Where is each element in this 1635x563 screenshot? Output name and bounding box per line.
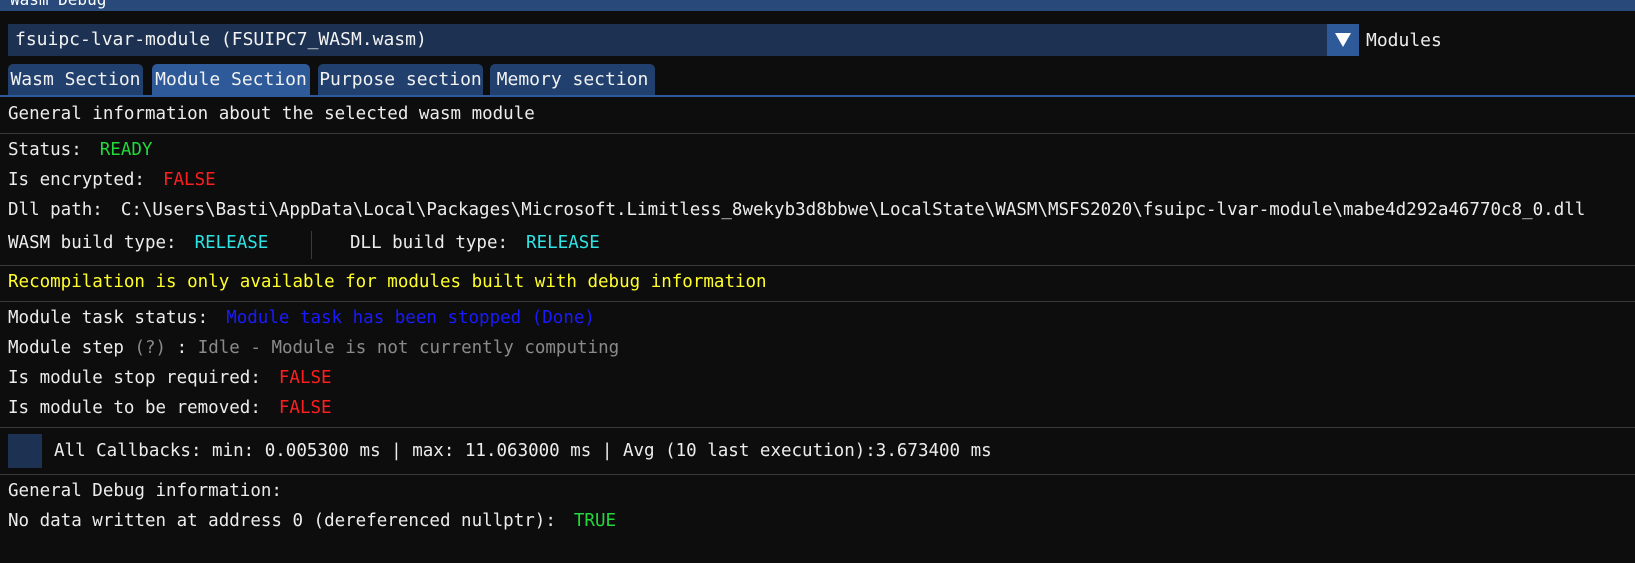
dll-path-label: Dll path:	[8, 200, 103, 220]
task-status-value: Module task has been stopped (Done)	[226, 308, 595, 328]
window-titlebar[interactable]: Wasm Debug	[0, 0, 1635, 11]
triangle-down-icon	[1335, 33, 1351, 47]
help-marker[interactable]: (?)	[134, 338, 166, 358]
module-step-row: Module step (?) : Idle - Module is not c…	[8, 338, 619, 358]
module-selector-label: Modules	[1366, 30, 1442, 51]
nullptr-value: TRUE	[573, 511, 617, 531]
tab-purpose-section[interactable]: Purpose section	[318, 64, 483, 96]
separator	[0, 265, 1635, 266]
all-callbacks-checkbox[interactable]	[8, 434, 42, 468]
separator	[0, 474, 1635, 475]
status-row: Status: READY	[8, 140, 152, 160]
encrypted-label: Is encrypted:	[8, 170, 145, 190]
dll-build-label: DLL build type:	[350, 233, 509, 253]
tab-wasm-section[interactable]: Wasm Section	[8, 64, 143, 96]
tab-module-section[interactable]: Module Section	[152, 64, 310, 96]
wasm-build-label: WASM build type:	[8, 233, 177, 253]
all-callbacks-label: All Callbacks: min: 0.005300 ms | max: 1…	[54, 441, 992, 461]
wasm-build-value: RELEASE	[194, 233, 269, 253]
module-selector-arrow-button[interactable]	[1327, 24, 1359, 56]
task-status-label: Module task status:	[8, 308, 209, 328]
stop-required-row: Is module stop required: FALSE	[8, 368, 332, 388]
separator	[0, 427, 1635, 428]
to-be-removed-row: Is module to be removed: FALSE	[8, 398, 332, 418]
nullptr-label: No data written at address 0 (dereferenc…	[8, 511, 556, 531]
to-be-removed-value: FALSE	[278, 398, 332, 418]
dll-build-row: DLL build type: RELEASE	[350, 233, 600, 253]
module-step-value: Idle - Module is not currently computing	[197, 338, 620, 358]
separator	[0, 133, 1635, 134]
debug-info-heading: General Debug information:	[8, 481, 282, 501]
task-status-row: Module task status: Module task has been …	[8, 308, 595, 328]
nullptr-row: No data written at address 0 (dereferenc…	[8, 511, 616, 531]
separator	[0, 301, 1635, 302]
recompile-notice: Recompilation is only available for modu…	[8, 272, 767, 292]
column-separator	[311, 231, 312, 259]
tab-memory-section[interactable]: Memory section	[490, 64, 655, 96]
dll-path-value: C:\Users\Basti\AppData\Local\Packages\Mi…	[120, 200, 1586, 220]
module-step-separator: :	[176, 338, 188, 358]
encrypted-row: Is encrypted: FALSE	[8, 170, 216, 190]
dll-build-value: RELEASE	[526, 233, 600, 253]
window-title: Wasm Debug	[10, 0, 106, 9]
module-selector[interactable]: fsuipc-lvar-module (FSUIPC7_WASM.wasm)	[8, 24, 1359, 56]
status-label: Status:	[8, 140, 82, 160]
tab-bar-underline	[0, 95, 1635, 97]
module-selector-value: fsuipc-lvar-module (FSUIPC7_WASM.wasm)	[15, 29, 427, 50]
general-info-heading: General information about the selected w…	[8, 104, 535, 124]
encrypted-value: FALSE	[162, 170, 216, 190]
stop-required-value: FALSE	[278, 368, 332, 388]
dll-path-row: Dll path: C:\Users\Basti\AppData\Local\Pa…	[8, 200, 1585, 220]
stop-required-label: Is module stop required:	[8, 368, 261, 388]
to-be-removed-label: Is module to be removed:	[8, 398, 261, 418]
status-value: READY	[99, 140, 153, 160]
wasm-build-row: WASM build type: RELEASE	[8, 233, 268, 253]
module-step-label: Module step	[8, 338, 124, 358]
